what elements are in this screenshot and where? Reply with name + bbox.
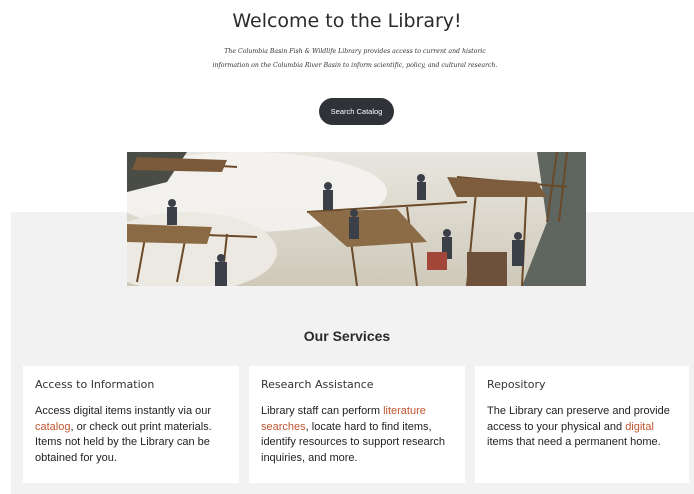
card-text-part: items that need a permanent home. <box>487 436 661 448</box>
services-heading: Our Services <box>303 328 391 344</box>
search-catalog-button[interactable]: Search Catalog <box>319 98 394 125</box>
card-text-part: Library staff can perform <box>261 405 384 417</box>
service-card-text: Library staff can perform literature sea… <box>261 404 457 466</box>
service-card-text: The Library can preserve and provide acc… <box>487 404 683 451</box>
digital-link[interactable]: digital <box>625 421 654 433</box>
page-title: Welcome to the Library! <box>232 10 462 32</box>
service-card-access: Access to Information Access digital ite… <box>23 366 239 483</box>
service-card-heading: Repository <box>487 378 546 391</box>
service-card-research: Research Assistance Library staff can pe… <box>249 366 465 483</box>
library-description: The Columbia Basin Fish & Wildlife Libra… <box>212 48 498 69</box>
hero-photo <box>127 152 586 286</box>
card-text-part: Access digital items instantly via our <box>35 405 212 417</box>
catalog-link[interactable]: catalog <box>35 421 70 433</box>
fishing-scaffold-image <box>127 152 586 286</box>
service-card-heading: Access to Information <box>35 378 155 391</box>
service-card-heading: Research Assistance <box>261 378 374 391</box>
service-card-text: Access digital items instantly via our c… <box>35 404 231 466</box>
service-card-repository: Repository The Library can preserve and … <box>475 366 689 483</box>
